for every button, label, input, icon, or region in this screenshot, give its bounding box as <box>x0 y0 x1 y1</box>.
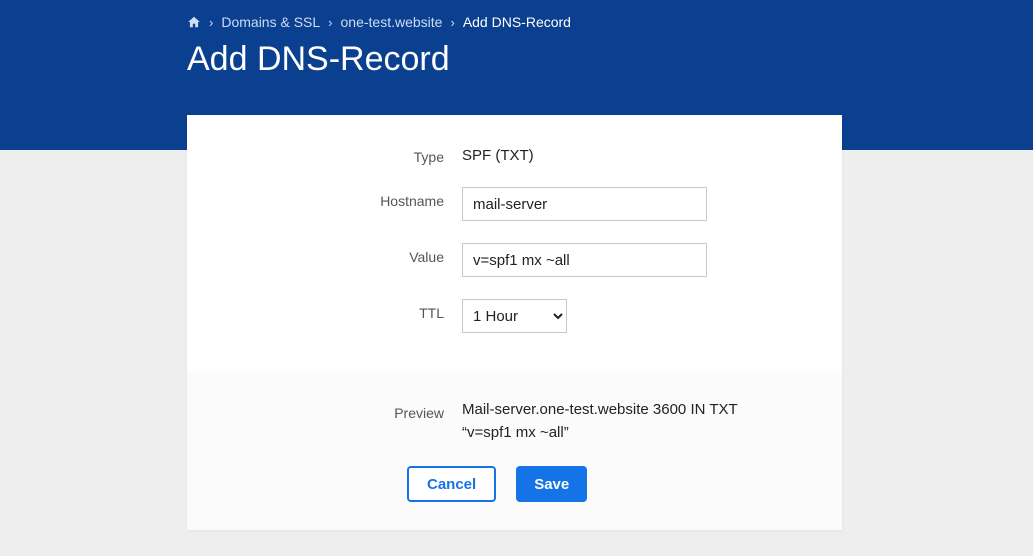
save-button[interactable]: Save <box>516 466 587 502</box>
preview-text: Mail-server.one-test.website 3600 IN TXT… <box>462 399 772 444</box>
home-icon[interactable] <box>187 15 201 29</box>
breadcrumb-current: Add DNS-Record <box>463 14 571 30</box>
chevron-right-icon: › <box>450 15 454 30</box>
page-title: Add DNS-Record <box>187 40 1033 79</box>
ttl-label: TTL <box>217 299 462 321</box>
ttl-select[interactable]: 1 Hour <box>462 299 567 333</box>
hostname-input[interactable] <box>462 187 707 221</box>
breadcrumb-link-domain[interactable]: one-test.website <box>341 14 443 30</box>
cancel-button[interactable]: Cancel <box>407 466 496 502</box>
hostname-label: Hostname <box>217 187 462 209</box>
type-value: SPF (TXT) <box>462 143 812 164</box>
breadcrumb: › Domains & SSL › one-test.website › Add… <box>187 14 1033 30</box>
chevron-right-icon: › <box>328 15 332 30</box>
preview-label: Preview <box>217 399 462 421</box>
chevron-right-icon: › <box>209 15 213 30</box>
value-label: Value <box>217 243 462 265</box>
type-label: Type <box>217 143 462 165</box>
value-input[interactable] <box>462 243 707 277</box>
content-panel: Type SPF (TXT) Hostname Value TTL 1 Hour <box>187 115 842 530</box>
breadcrumb-link-domains-ssl[interactable]: Domains & SSL <box>221 14 320 30</box>
